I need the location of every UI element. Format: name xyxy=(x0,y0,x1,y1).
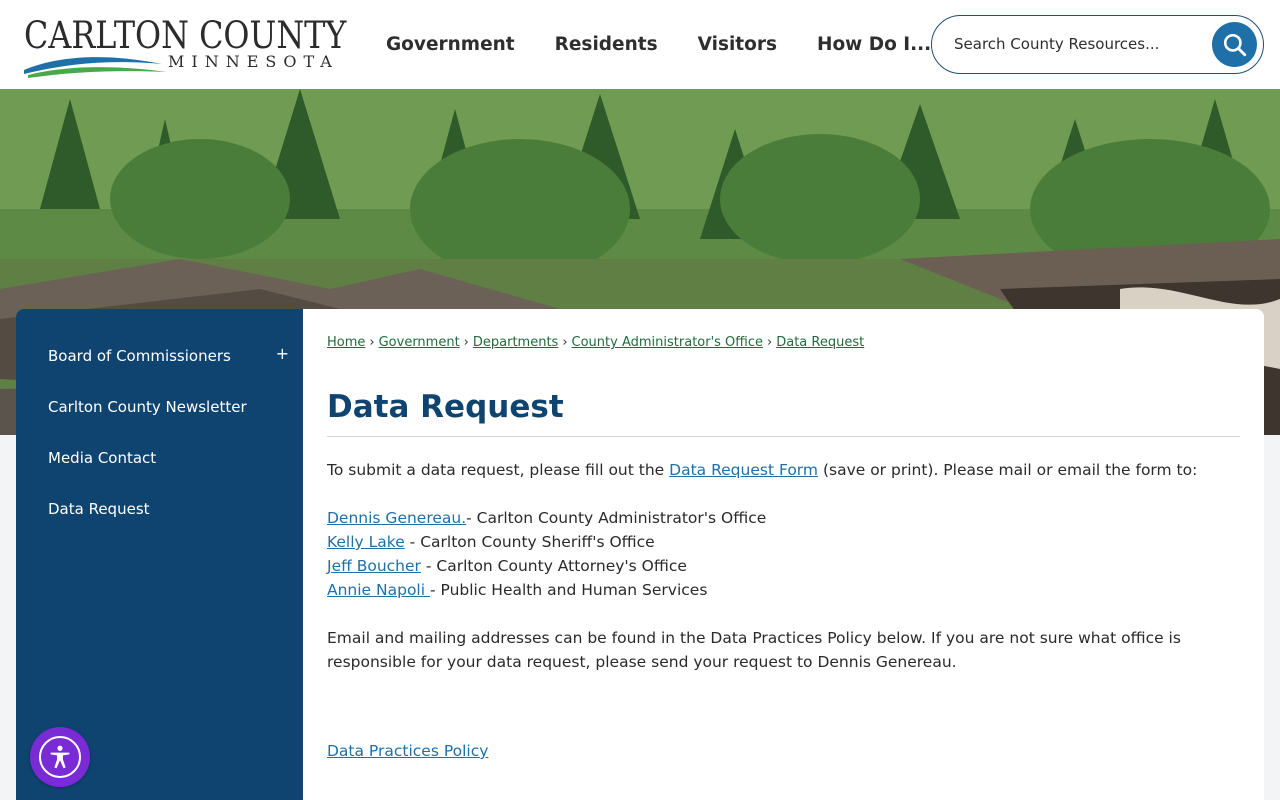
sidebar-item-newsletter[interactable]: Carlton County Newsletter xyxy=(16,381,303,432)
breadcrumb-home[interactable]: Home xyxy=(327,335,365,350)
nav-how-do-i[interactable]: How Do I... xyxy=(797,34,951,55)
nav-government[interactable]: Government xyxy=(366,34,535,55)
intro-paragraph: To submit a data request, please fill ou… xyxy=(327,458,1240,482)
contact-item: Dennis Genereau.- Carlton County Adminis… xyxy=(327,506,1240,530)
breadcrumb-county-administrators-office[interactable]: County Administrator's Office xyxy=(572,335,763,350)
contact-item: Kelly Lake - Carlton County Sheriff's Of… xyxy=(327,530,1240,554)
breadcrumb-data-request[interactable]: Data Request xyxy=(776,335,864,350)
contact-office: - Carlton County Attorney's Office xyxy=(420,557,687,575)
site-header: CARLTON COUNTY MINNESOTA Government Resi… xyxy=(0,0,1280,89)
expand-icon[interactable]: + xyxy=(276,344,289,363)
contact-office: - Carlton County Administrator's Office xyxy=(466,509,767,527)
note-paragraph: Email and mailing addresses can be found… xyxy=(327,629,1181,671)
sidebar-item-board-of-commissioners[interactable]: Board of Commissioners + xyxy=(16,330,303,381)
page-body: To submit a data request, please fill ou… xyxy=(327,458,1240,674)
breadcrumb-government[interactable]: Government xyxy=(379,335,460,350)
nav-residents[interactable]: Residents xyxy=(535,34,678,55)
contact-office: - Carlton County Sheriff's Office xyxy=(404,533,655,551)
search-icon xyxy=(1223,33,1246,56)
contact-link-kelly-lake[interactable]: Kelly Lake xyxy=(327,533,405,551)
breadcrumb: Home › Government › Departments › County Admin… xyxy=(327,335,864,350)
contact-item: Jeff Boucher - Carlton County Attorney's… xyxy=(327,554,1240,578)
title-divider xyxy=(327,436,1240,437)
county-logo[interactable]: CARLTON COUNTY MINNESOTA xyxy=(22,12,347,78)
nav-visitors[interactable]: Visitors xyxy=(678,34,797,55)
logo-subtitle: MINNESOTA xyxy=(168,52,339,71)
breadcrumb-separator: › xyxy=(562,335,568,350)
search-input[interactable] xyxy=(954,28,1194,60)
data-request-form-link[interactable]: Data Request Form xyxy=(669,461,818,479)
sidebar-item-label: Media Contact xyxy=(48,448,157,467)
accessibility-icon-ring xyxy=(39,736,81,778)
search-box xyxy=(931,15,1264,74)
contact-item: Annie Napoli - Public Health and Human S… xyxy=(327,578,1240,602)
main-content: Home › Government › Departments › County Admin… xyxy=(303,309,1264,800)
sidebar-item-label: Carlton County Newsletter xyxy=(48,397,247,416)
sidebar-item-data-request[interactable]: Data Request xyxy=(16,483,303,534)
contact-link-jeff-boucher[interactable]: Jeff Boucher xyxy=(327,557,421,575)
intro-text-after: (save or print). Please mail or email th… xyxy=(818,461,1198,479)
contact-link-annie-napoli[interactable]: Annie Napoli xyxy=(327,581,430,599)
accessibility-button[interactable] xyxy=(30,727,90,787)
logo-title: CARLTON COUNTY xyxy=(24,14,347,57)
search-button[interactable] xyxy=(1212,22,1257,67)
sidebar-item-media-contact[interactable]: Media Contact xyxy=(16,432,303,483)
contact-list: Dennis Genereau.- Carlton County Adminis… xyxy=(327,506,1240,602)
main-nav: Government Residents Visitors How Do I..… xyxy=(366,0,951,89)
policy-section: Data Practices Policy xyxy=(327,742,488,760)
sidebar-item-label: Board of Commissioners xyxy=(48,346,231,365)
intro-text: To submit a data request, please fill ou… xyxy=(327,461,670,479)
breadcrumb-separator: › xyxy=(463,335,469,350)
breadcrumb-separator: › xyxy=(369,335,375,350)
breadcrumb-departments[interactable]: Departments xyxy=(473,335,558,350)
page-title: Data Request xyxy=(327,389,564,425)
breadcrumb-separator: › xyxy=(767,335,773,350)
contact-office: - Public Health and Human Services xyxy=(429,581,708,599)
sidebar-item-label: Data Request xyxy=(48,499,150,518)
contact-link-dennis-genereau[interactable]: Dennis Genereau. xyxy=(327,509,466,527)
data-practices-policy-link[interactable]: Data Practices Policy xyxy=(327,742,488,760)
accessibility-icon xyxy=(50,745,70,769)
